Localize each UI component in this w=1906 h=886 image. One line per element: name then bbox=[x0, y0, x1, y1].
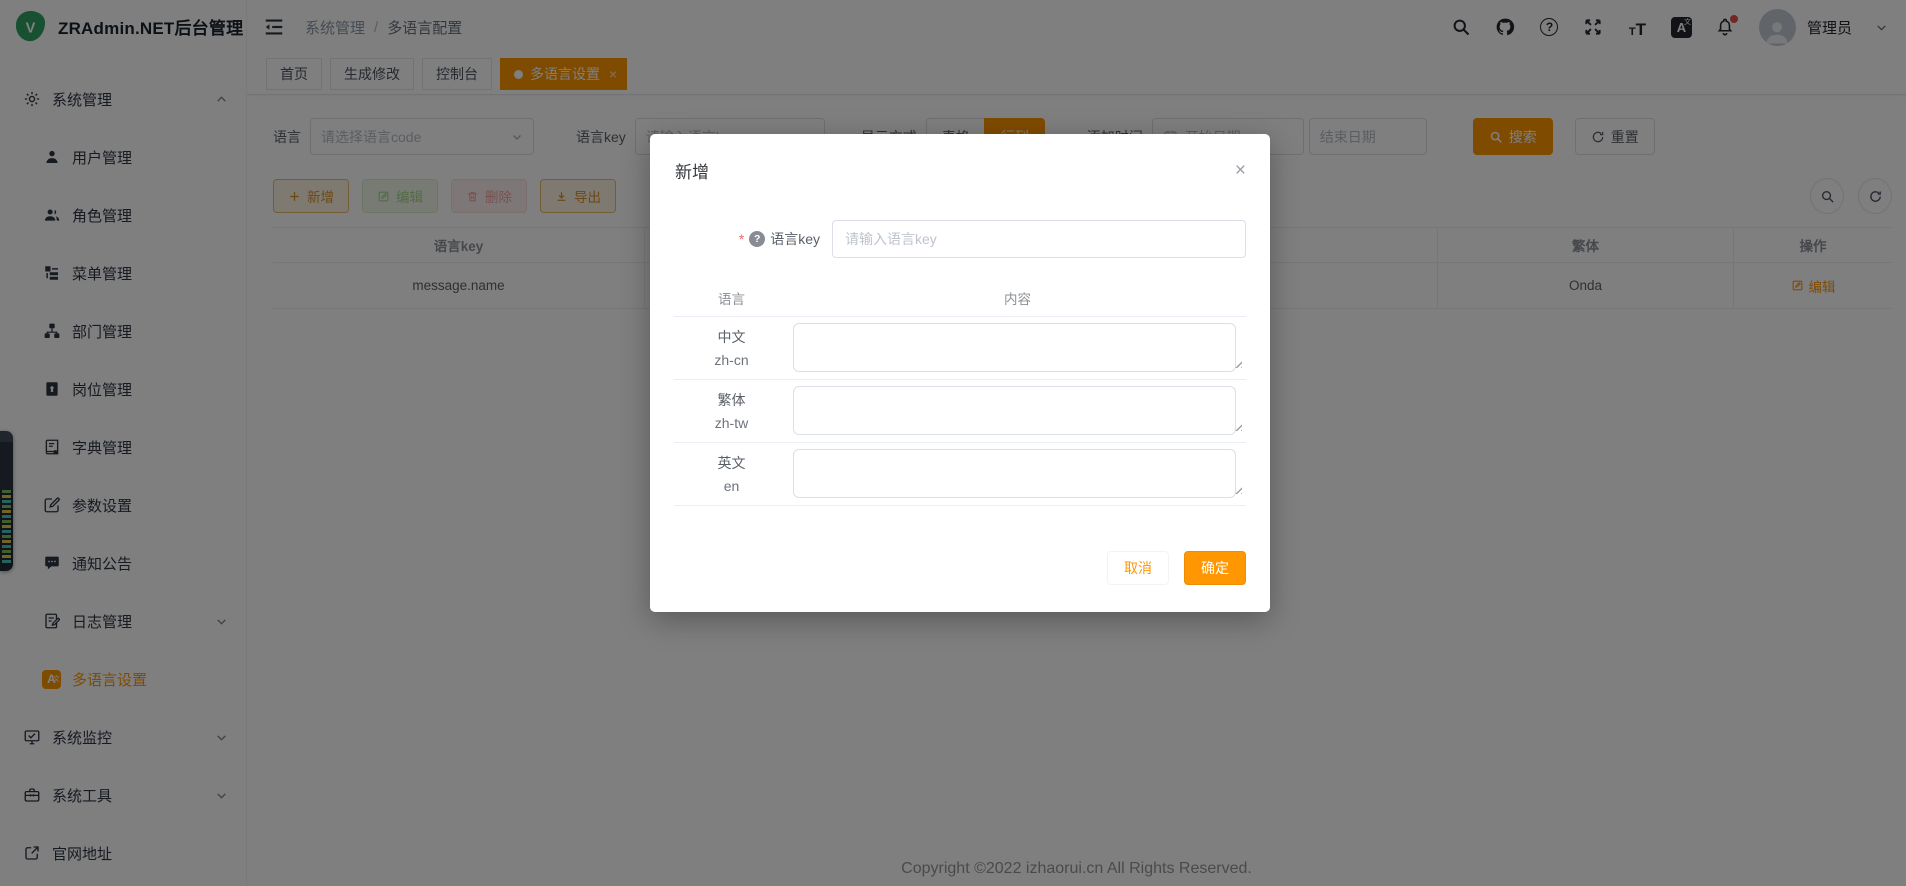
dialog-table-header: 语言 内容 bbox=[674, 280, 1246, 317]
dialog-lang-header: 语言 bbox=[674, 280, 789, 317]
dialog-row-zh-cn: 中文 zh-cn bbox=[674, 317, 1246, 380]
dialog-content-cell bbox=[789, 386, 1246, 435]
cancel-button[interactable]: 取消 bbox=[1107, 551, 1169, 585]
help-circle-icon[interactable]: ? bbox=[749, 231, 765, 247]
dialog-header: 新增 × bbox=[650, 134, 1270, 183]
dialog-language-table: 语言 内容 中文 zh-cn 繁体 zh-tw bbox=[674, 280, 1246, 506]
content-textarea-en[interactable] bbox=[793, 449, 1236, 498]
dialog-content-cell bbox=[789, 449, 1246, 498]
dialog-row-en: 英文 en bbox=[674, 443, 1246, 506]
dialog-key-label: 语言key bbox=[770, 229, 820, 249]
content-textarea-zh-cn[interactable] bbox=[793, 323, 1236, 372]
add-dialog: 新增 × * ? 语言key 语言 内容 中文 zh-cn bbox=[650, 134, 1270, 612]
dialog-title: 新增 bbox=[675, 158, 709, 183]
dialog-lang-cell: 繁体 zh-tw bbox=[674, 386, 789, 435]
app-root: V ZRAdmin.NET后台管理 系统管理 用户管理 角色管理 菜单管理 bbox=[0, 0, 1906, 886]
dialog-key-input[interactable] bbox=[832, 220, 1246, 258]
required-asterisk: * bbox=[739, 231, 744, 247]
dialog-content-header: 内容 bbox=[789, 280, 1246, 317]
dialog-lang-cell: 英文 en bbox=[674, 449, 789, 498]
dialog-row-zh-tw: 繁体 zh-tw bbox=[674, 380, 1246, 443]
dialog-lang-cell: 中文 zh-cn bbox=[674, 323, 789, 372]
dialog-content-cell bbox=[789, 323, 1246, 372]
dialog-key-form-row: * ? 语言key bbox=[650, 220, 1270, 258]
dialog-footer: 取消 确定 bbox=[650, 506, 1270, 585]
content-textarea-zh-tw[interactable] bbox=[793, 386, 1236, 435]
dialog-close-icon[interactable]: × bbox=[1235, 161, 1246, 180]
confirm-button[interactable]: 确定 bbox=[1184, 551, 1246, 585]
dialog-key-label-wrap: * ? 语言key bbox=[650, 229, 832, 249]
